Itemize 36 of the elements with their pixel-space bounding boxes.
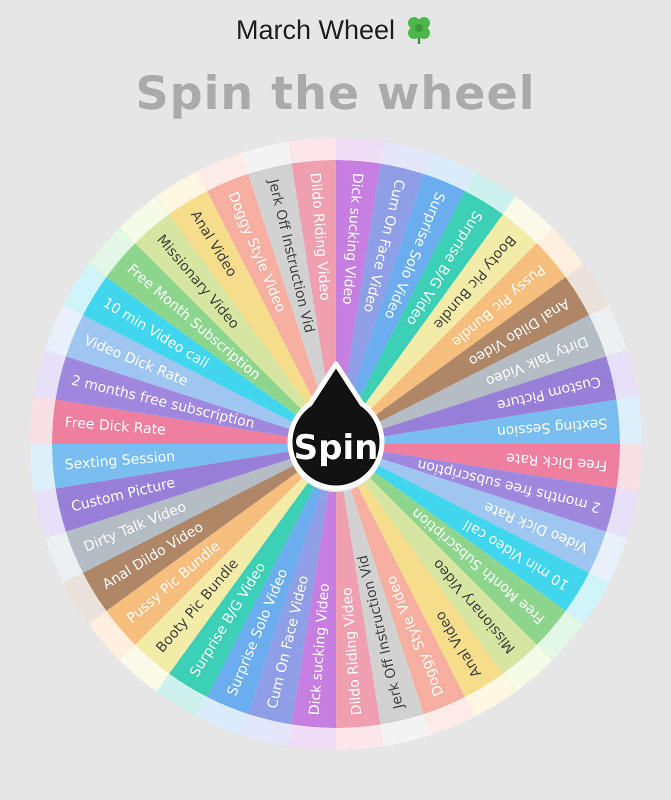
rim-segment: [606, 488, 638, 539]
rim-segment: [44, 532, 82, 583]
rim-segment: [588, 305, 627, 356]
rim-segment: [196, 697, 248, 736]
rim-segment: [288, 138, 336, 164]
rim-segment: [62, 572, 106, 624]
rim-segment: [288, 724, 336, 750]
segment-label: Free Dick Rate: [64, 414, 166, 439]
rim-segment: [588, 532, 627, 583]
rim-segment: [606, 349, 638, 400]
segment-label: Dildo Riding Video: [306, 172, 332, 302]
segment-label: Dick sucking Video: [338, 172, 365, 306]
rim-segment: [380, 142, 430, 174]
rim-segment: [240, 714, 292, 746]
rim-segment: [33, 349, 66, 400]
segment-label: Free Dick Rate: [505, 449, 608, 474]
rim-segment: [423, 697, 474, 736]
rim-segment: [336, 724, 384, 750]
segment-label: Dick sucking Video: [306, 582, 332, 716]
rim-segment: [380, 714, 430, 746]
rim-segment: [616, 444, 642, 492]
rim-segment: [30, 396, 55, 444]
rim-segment: [616, 396, 642, 444]
segment-label: Sexting Session: [496, 414, 608, 440]
rim-segment: [423, 152, 474, 191]
heading: Spin the wheel: [136, 66, 536, 120]
spin-button[interactable]: Spin: [287, 362, 384, 490]
rim-segment: [196, 152, 248, 191]
rim-segment: [240, 142, 292, 174]
rim-segment: [30, 444, 55, 492]
segment-label: Sexting Session: [64, 448, 176, 474]
wheel-title: March Wheel: [236, 14, 396, 46]
segment-label: Dildo Riding Video: [338, 586, 365, 716]
rim-segment: [336, 138, 384, 164]
rim-segment: [33, 488, 66, 539]
rim-segment: [44, 305, 82, 356]
